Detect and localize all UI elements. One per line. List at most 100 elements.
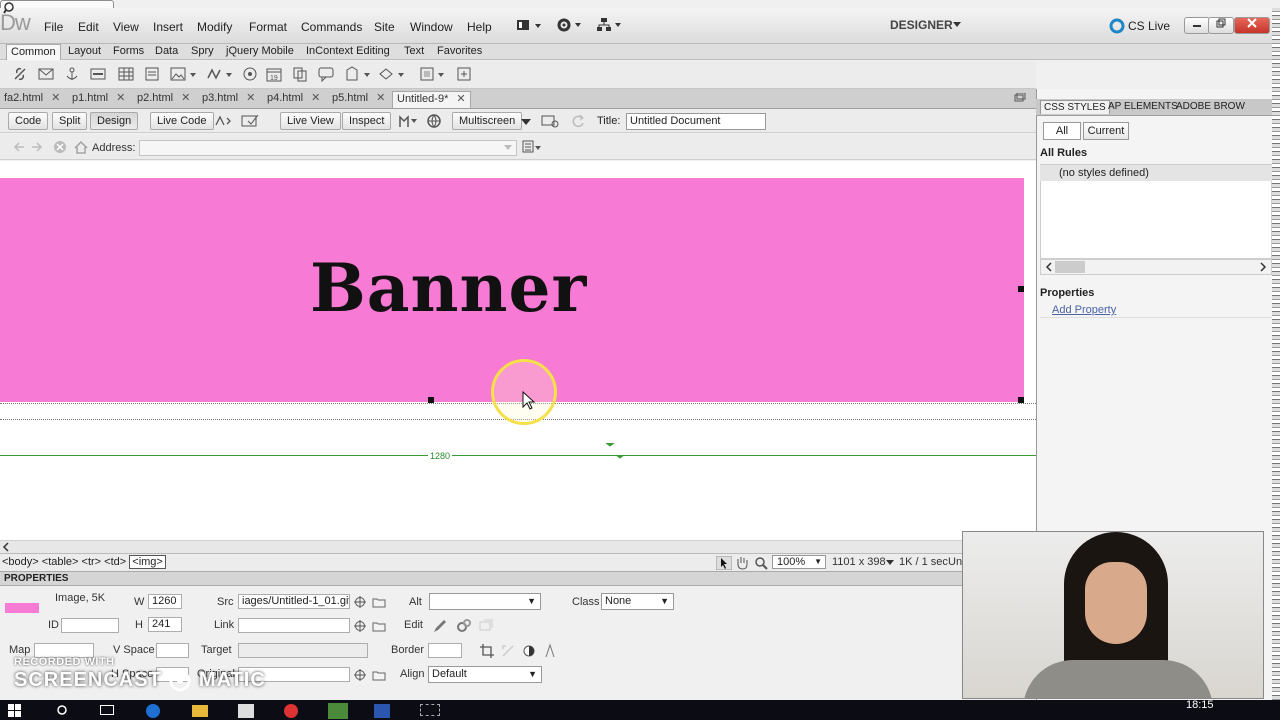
live-code-options-icon[interactable] <box>214 114 234 128</box>
word-icon[interactable] <box>374 704 390 718</box>
tab-data[interactable]: Data <box>151 44 182 60</box>
media-icon[interactable] <box>206 66 236 82</box>
visual-aids-icon[interactable] <box>398 113 418 129</box>
menu-file[interactable]: File <box>44 20 63 34</box>
check-browser-icon[interactable] <box>240 113 262 129</box>
tab-adobe-browserlab[interactable]: ADOBE BROW <box>1176 101 1245 112</box>
browse-folder-icon[interactable] <box>372 620 386 632</box>
alt-select[interactable]: ▼ <box>429 593 541 610</box>
back-arrow-icon[interactable] <box>12 141 26 153</box>
stop-icon[interactable] <box>53 140 67 154</box>
scroll-right-icon[interactable] <box>1258 261 1268 273</box>
comment-icon[interactable] <box>318 66 334 82</box>
tab-ap-elements[interactable]: AP ELEMENTS <box>1108 101 1178 112</box>
horizontal-rule-icon[interactable] <box>90 66 106 82</box>
gear-icon[interactable] <box>556 16 584 34</box>
close-tab-icon[interactable]: ✕ <box>181 92 190 104</box>
close-tab-icon[interactable]: ✕ <box>456 93 465 105</box>
height-input[interactable]: 241 <box>148 617 182 632</box>
no-styles-row[interactable]: (no styles defined) <box>1040 165 1272 181</box>
snipping-icon[interactable] <box>420 704 440 716</box>
tag-td[interactable]: <td> <box>104 556 126 568</box>
tab-incontext-editing[interactable]: InContext Editing <box>302 44 394 60</box>
chevron-down-icon[interactable] <box>503 144 513 152</box>
zoom-tool-icon[interactable] <box>754 556 768 570</box>
cs-live-label[interactable]: CS Live <box>1128 19 1170 33</box>
tag-img[interactable]: <img> <box>129 555 166 569</box>
close-button[interactable] <box>1234 17 1270 34</box>
close-tab-icon[interactable]: ✕ <box>116 92 125 104</box>
select-tool-icon[interactable] <box>716 556 732 570</box>
close-tab-icon[interactable]: ✕ <box>311 92 320 104</box>
tab-common[interactable]: Common <box>6 44 61 60</box>
menu-help[interactable]: Help <box>467 20 492 34</box>
email-link-icon[interactable] <box>38 66 54 82</box>
tab-spry[interactable]: Spry <box>187 44 218 60</box>
scroll-left-icon[interactable] <box>1 541 11 553</box>
tag-tr[interactable]: <tr> <box>82 556 102 568</box>
server-include-icon[interactable] <box>292 66 308 82</box>
point-to-file-icon[interactable] <box>354 596 366 608</box>
width-input[interactable]: 1260 <box>148 594 182 609</box>
crop-icon[interactable] <box>479 643 495 659</box>
class-select[interactable]: None ▼ <box>601 593 674 610</box>
browse-folder-icon[interactable] <box>372 596 386 608</box>
tag-chooser-icon[interactable] <box>456 66 472 82</box>
named-anchor-icon[interactable] <box>64 66 80 82</box>
align-select[interactable]: Default ▼ <box>428 666 542 683</box>
close-tab-icon[interactable]: ✕ <box>51 92 60 104</box>
table-icon[interactable] <box>118 66 134 82</box>
doc-tab-untitled-9[interactable]: Untitled-9* ✕ <box>392 91 471 108</box>
document-title-input[interactable]: Untitled Document <box>626 113 766 130</box>
code-view-button[interactable]: Code <box>8 112 49 130</box>
home-icon[interactable] <box>73 140 89 154</box>
multiscreen-button[interactable]: Multiscreen <box>452 112 523 130</box>
site-icon[interactable] <box>596 16 624 34</box>
resize-handle-right[interactable] <box>1018 286 1024 292</box>
store-icon[interactable] <box>238 704 254 718</box>
cs-live-icon[interactable] <box>1108 17 1126 35</box>
tab-favorites[interactable]: Favorites <box>433 44 486 60</box>
close-tab-icon[interactable]: ✕ <box>376 92 385 104</box>
dreamweaver-taskbar-icon[interactable] <box>328 703 348 719</box>
point-to-file-icon[interactable] <box>354 669 366 681</box>
tab-css-styles[interactable]: CSS STYLES <box>1040 100 1110 114</box>
doc-tab-p1[interactable]: p1.html ✕ <box>68 91 129 108</box>
src-input[interactable]: iages/Untitled-1_01.gif <box>238 594 350 609</box>
column-width-marker[interactable] <box>604 441 624 461</box>
border-input[interactable] <box>428 643 462 658</box>
design-view-button[interactable]: Design <box>90 112 139 130</box>
vspace-input[interactable] <box>156 643 189 658</box>
file-explorer-icon[interactable] <box>192 705 208 717</box>
head-icon[interactable] <box>344 66 374 82</box>
chevron-down-icon[interactable] <box>520 117 532 127</box>
doc-tab-p3[interactable]: p3.html ✕ <box>198 91 259 108</box>
target-select[interactable] <box>238 643 368 658</box>
hyperlink-icon[interactable] <box>12 66 28 82</box>
tab-forms[interactable]: Forms <box>109 44 148 60</box>
date-icon[interactable]: 19 <box>266 66 282 82</box>
menu-commands[interactable]: Commands <box>301 20 362 34</box>
menu-edit[interactable]: Edit <box>78 20 99 34</box>
scroll-thumb[interactable] <box>1055 261 1085 273</box>
file-management-icon[interactable] <box>540 113 562 129</box>
rules-scrollbar[interactable] <box>1040 259 1272 275</box>
all-mode-button[interactable]: All <box>1043 122 1081 140</box>
tab-jquery-mobile[interactable]: jQuery Mobile <box>222 44 298 60</box>
templates-icon[interactable] <box>420 66 450 82</box>
start-icon[interactable] <box>8 704 22 718</box>
table-width-label[interactable]: 1280 <box>428 451 453 461</box>
layout-icon[interactable] <box>516 18 544 34</box>
doc-tab-fa2[interactable]: fa2.html ✕ <box>0 91 64 108</box>
search-icon[interactable] <box>56 704 70 718</box>
minimize-button[interactable] <box>1184 17 1210 34</box>
chrome-icon[interactable] <box>284 704 298 718</box>
hand-tool-icon[interactable] <box>735 556 749 570</box>
brightness-contrast-icon[interactable] <box>521 643 537 659</box>
doc-tab-p4[interactable]: p4.html ✕ <box>263 91 324 108</box>
point-to-file-icon[interactable] <box>354 620 366 632</box>
update-from-original-icon[interactable] <box>478 618 494 634</box>
script-icon[interactable] <box>378 66 408 82</box>
menu-window[interactable]: Window <box>410 20 453 34</box>
close-tab-icon[interactable]: ✕ <box>246 92 255 104</box>
